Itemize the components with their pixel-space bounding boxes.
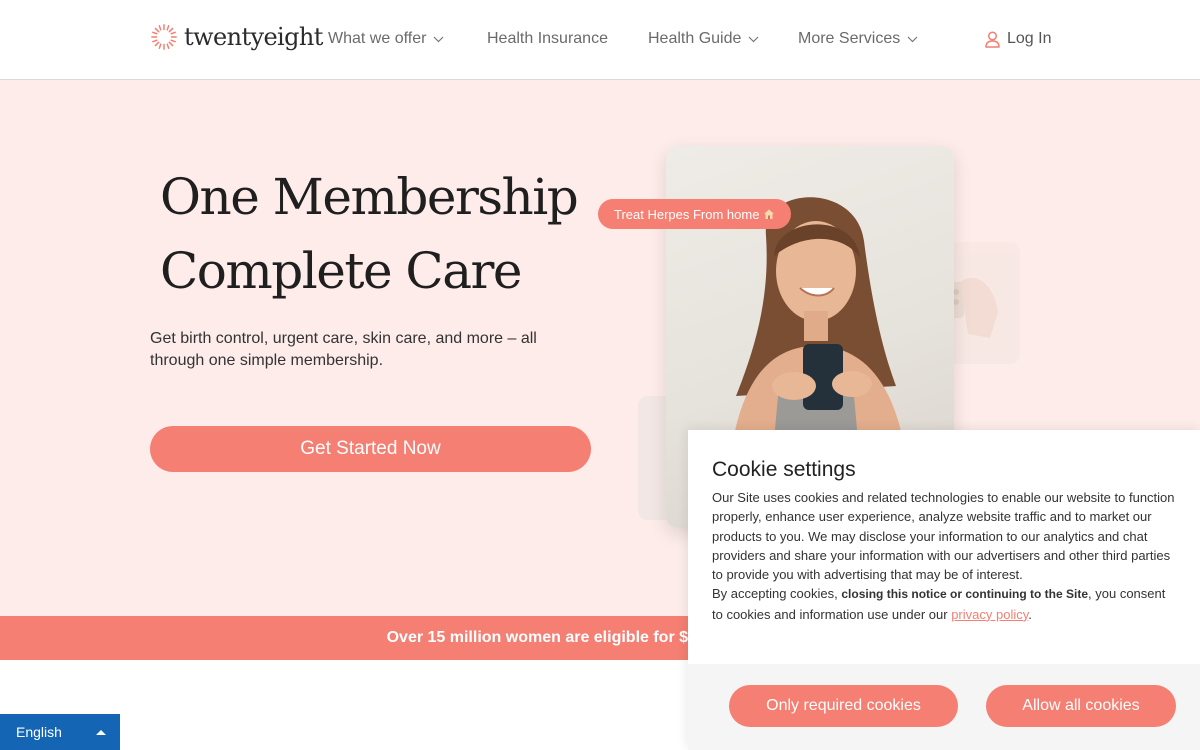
- only-required-cookies-button[interactable]: Only required cookies: [729, 685, 958, 727]
- allow-all-cookies-button[interactable]: Allow all cookies: [986, 685, 1176, 727]
- sunburst-logo-icon: [151, 24, 177, 50]
- cookie-settings-panel: Cookie settings Our Site uses cookies an…: [688, 430, 1200, 750]
- cookie-title: Cookie settings: [712, 458, 856, 481]
- get-started-button[interactable]: Get Started Now: [150, 426, 591, 472]
- nav-label: Health Guide: [648, 30, 742, 47]
- house-icon: [764, 209, 775, 219]
- cookie-description: Our Site uses cookies and related techno…: [712, 490, 1175, 583]
- hero-title-line-1: One Membership: [160, 168, 579, 226]
- cookie-consent-bold: closing this notice or continuing to the…: [841, 587, 1089, 602]
- cookie-consent-prefix: By accepting cookies,: [712, 586, 842, 602]
- cookie-body: Our Site uses cookies and related techno…: [712, 488, 1178, 624]
- nav-health-guide[interactable]: Health Guide: [648, 30, 759, 48]
- hero-title: One Membership Complete Care: [160, 160, 579, 308]
- nav-what-we-offer[interactable]: What we offer: [328, 30, 444, 48]
- caret-up-icon: [96, 729, 106, 735]
- privacy-policy-link[interactable]: privacy policy: [951, 607, 1028, 622]
- login-link[interactable]: Log In: [985, 30, 1051, 48]
- nav-health-insurance[interactable]: Health Insurance: [487, 30, 608, 48]
- nav-more-services[interactable]: More Services: [798, 30, 918, 48]
- nav-label: Health Insurance: [487, 30, 608, 47]
- treat-herpes-badge[interactable]: Treat Herpes From home: [598, 199, 792, 229]
- language-label: English: [16, 724, 62, 740]
- chevron-down-icon: [433, 36, 444, 42]
- logo[interactable]: twentyeight: [150, 22, 323, 52]
- hero-title-line-2: Complete Care: [160, 242, 523, 300]
- user-icon: [985, 30, 1000, 48]
- nav-label: What we offer: [328, 30, 427, 47]
- language-selector[interactable]: English: [0, 714, 120, 750]
- badge-label: Treat Herpes From home: [614, 206, 760, 222]
- logo-wordmark: twentyeight: [184, 23, 323, 51]
- hero-subtitle: Get birth control, urgent care, skin car…: [150, 330, 537, 369]
- login-label: Log In: [1007, 30, 1052, 47]
- chevron-down-icon: [907, 36, 918, 42]
- site-header: twentyeight What we offer Health Insuran…: [0, 0, 1200, 80]
- cookie-actions: Only required cookies Allow all cookies: [688, 664, 1200, 750]
- nav-label: More Services: [798, 30, 901, 47]
- chevron-down-icon: [748, 36, 759, 42]
- cookie-period: .: [1028, 606, 1032, 622]
